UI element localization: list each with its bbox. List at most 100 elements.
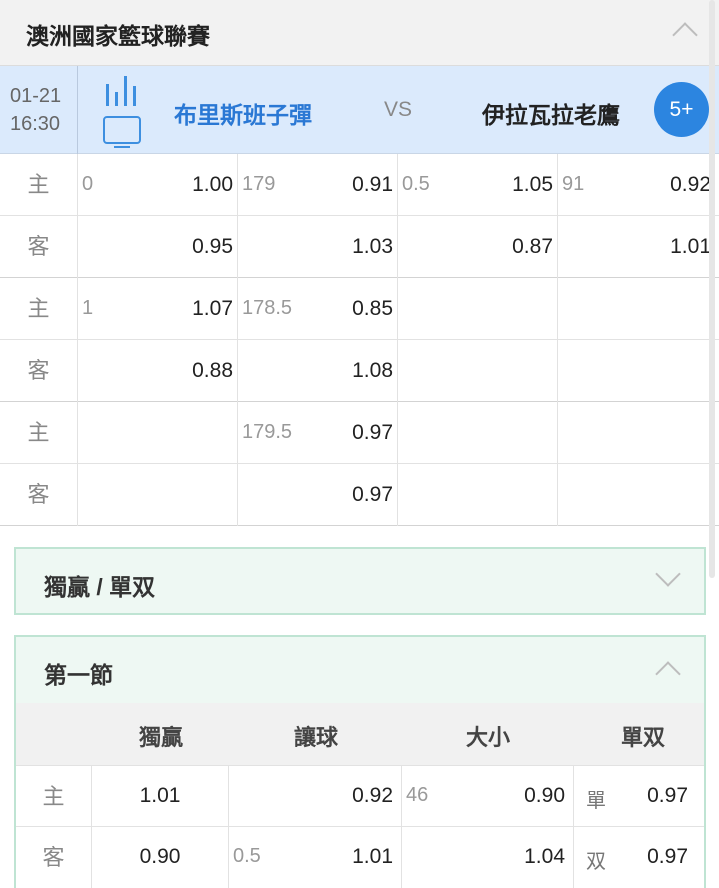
bar-chart-icon[interactable] — [104, 74, 142, 106]
odds-cell[interactable]: 1.08 — [238, 340, 398, 402]
odds-grid: 主 0 1.00 179 0.91 0.5 1.05 91 0.92 客 0.95 1.… — [0, 154, 719, 526]
side-label-away: 客 — [0, 216, 78, 278]
odds-line: 0.5 — [233, 845, 261, 867]
odds-cell[interactable] — [78, 464, 238, 526]
league-header[interactable]: 澳洲國家籃球聯賽 — [0, 0, 719, 66]
odds-value: 1.01 — [139, 784, 181, 807]
odds-cell[interactable]: 1.03 — [238, 216, 398, 278]
odds-cell[interactable]: 1.01 — [92, 766, 229, 827]
odd-label: 單 — [586, 790, 606, 812]
match-date: 01-21 — [10, 85, 62, 107]
odds-cell[interactable]: 179.5 0.97 — [238, 402, 398, 464]
odds-line: 0 — [82, 173, 94, 195]
odds-value: 0.91 — [352, 173, 393, 196]
chevron-up-icon[interactable] — [655, 661, 681, 687]
section-moneyline-oddeven[interactable]: 獨贏 / 單双 — [14, 547, 706, 615]
odds-cell[interactable] — [558, 464, 719, 526]
odds-cell[interactable]: 1.04 — [402, 827, 574, 888]
odds-row-home: 主 179.5 0.97 — [0, 402, 719, 464]
odds-cell[interactable]: 0.5 1.01 — [229, 827, 402, 888]
scrollbar[interactable] — [709, 0, 715, 578]
odds-row-away: 客 0.97 — [0, 464, 719, 526]
side-label-home: 主 — [0, 154, 78, 216]
odds-value: 1.05 — [512, 173, 553, 196]
section-title: 獨贏 / 單双 — [44, 574, 156, 600]
odds-cell[interactable]: 0.95 — [78, 216, 238, 278]
odds-cell[interactable]: 46 0.90 — [402, 766, 574, 827]
odds-value: 0.92 — [670, 173, 711, 196]
odds-value: 1.00 — [192, 173, 233, 196]
side-label-away: 客 — [0, 464, 78, 526]
side-label-away: 客 — [16, 827, 92, 888]
odds-cell[interactable]: 1.01 — [558, 216, 719, 278]
more-markets-button[interactable]: 5+ — [654, 82, 709, 137]
odds-cell[interactable] — [558, 278, 719, 340]
odds-cell[interactable] — [78, 402, 238, 464]
odds-value: 0.88 — [192, 359, 233, 382]
odds-row-away: 客 0.88 1.08 — [0, 340, 719, 402]
side-label-home: 主 — [0, 278, 78, 340]
section-title: 第一節 — [44, 662, 113, 688]
odds-cell[interactable]: 1 1.07 — [78, 278, 238, 340]
league-title: 澳洲國家籃球聯賽 — [26, 23, 210, 49]
odds-value: 1.01 — [670, 235, 711, 258]
odds-value: 1.04 — [524, 845, 565, 868]
odds-cell[interactable]: 單 0.97 — [574, 766, 704, 827]
odds-value: 0.97 — [352, 483, 393, 506]
odds-line: 0.5 — [402, 173, 430, 195]
odds-row-home: 主 1 1.07 178.5 0.85 — [0, 278, 719, 340]
odds-line: 46 — [406, 784, 429, 806]
chevron-down-icon[interactable] — [655, 561, 681, 587]
odds-value: 1.03 — [352, 235, 393, 258]
column-header-total: 大小 — [466, 725, 511, 750]
odds-cell[interactable]: 0.5 1.05 — [398, 154, 558, 216]
side-label-away: 客 — [0, 340, 78, 402]
odds-line: 1 — [82, 297, 94, 319]
column-header-handicap: 讓球 — [294, 725, 339, 750]
odds-cell[interactable] — [398, 278, 558, 340]
odds-cell[interactable]: 0.87 — [398, 216, 558, 278]
odds-cell[interactable]: 0.92 — [229, 766, 402, 827]
odds-cell[interactable]: 双 0.97 — [574, 827, 704, 888]
match-row[interactable]: 01-21 16:30 布里斯班子彈 VS 伊拉瓦拉老鷹 5+ — [0, 66, 719, 154]
match-time: 16:30 — [10, 113, 61, 135]
odds-cell[interactable]: 179 0.91 — [238, 154, 398, 216]
odds-cell[interactable] — [398, 402, 558, 464]
odds-value: 0.92 — [352, 784, 393, 807]
tv-icon[interactable] — [103, 116, 141, 148]
column-header-oddeven: 單双 — [621, 725, 666, 750]
odds-line: 91 — [562, 173, 585, 195]
first-quarter-table: 主 1.01 0.92 46 0.90 單 0.97 客 0.90 0.5 1.01 … — [14, 765, 706, 888]
odds-cell[interactable]: 0.88 — [78, 340, 238, 402]
odds-value: 0.90 — [139, 845, 181, 868]
odds-cell[interactable]: 0.97 — [238, 464, 398, 526]
odds-cell[interactable]: 178.5 0.85 — [238, 278, 398, 340]
odds-value: 0.90 — [524, 784, 565, 807]
odds-value: 0.97 — [647, 845, 688, 868]
away-team-name[interactable]: 伊拉瓦拉老鷹 — [482, 96, 620, 130]
odds-line: 179 — [242, 173, 276, 195]
odds-row-away: 客 0.95 1.03 0.87 1.01 — [0, 216, 719, 278]
odds-value: 0.97 — [352, 421, 393, 444]
match-datetime: 01-21 16:30 — [0, 66, 78, 154]
odds-cell[interactable]: 91 0.92 — [558, 154, 719, 216]
odds-value: 0.95 — [192, 235, 233, 258]
chevron-up-icon[interactable] — [672, 22, 698, 48]
section-first-quarter[interactable]: 第一節 — [14, 635, 706, 703]
side-label-home: 主 — [16, 766, 92, 827]
odds-row-home: 主 0 1.00 179 0.91 0.5 1.05 91 0.92 — [0, 154, 719, 216]
odds-cell[interactable] — [558, 402, 719, 464]
side-label-home: 主 — [0, 402, 78, 464]
column-header-moneyline: 獨贏 — [139, 725, 184, 750]
odds-cell[interactable] — [398, 464, 558, 526]
odds-value: 1.08 — [352, 359, 393, 382]
odds-value: 0.85 — [352, 297, 393, 320]
odds-cell[interactable]: 0.90 — [92, 827, 229, 888]
odds-cell[interactable] — [398, 340, 558, 402]
odds-cell[interactable] — [558, 340, 719, 402]
even-label: 双 — [586, 851, 606, 873]
vs-label: VS — [384, 98, 413, 121]
odds-cell[interactable]: 0 1.00 — [78, 154, 238, 216]
odds-line: 179.5 — [242, 421, 293, 443]
home-team-name[interactable]: 布里斯班子彈 — [174, 96, 312, 130]
